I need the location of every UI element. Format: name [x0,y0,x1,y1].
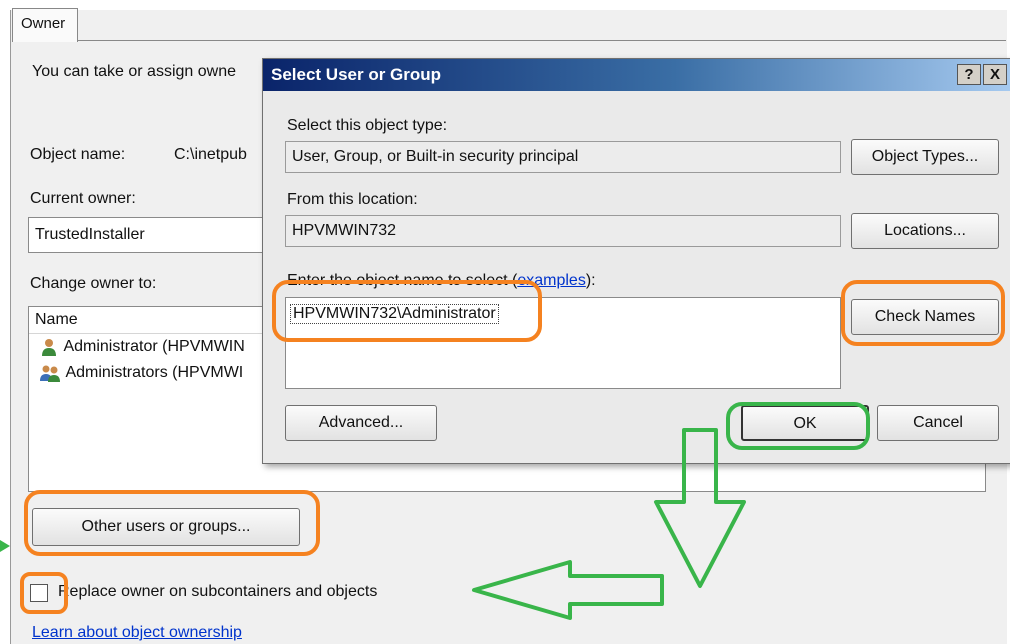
annotation-arrows [0,428,746,620]
edge-arrow [0,540,10,552]
left-arrow [472,560,664,620]
down-arrow [654,428,746,588]
